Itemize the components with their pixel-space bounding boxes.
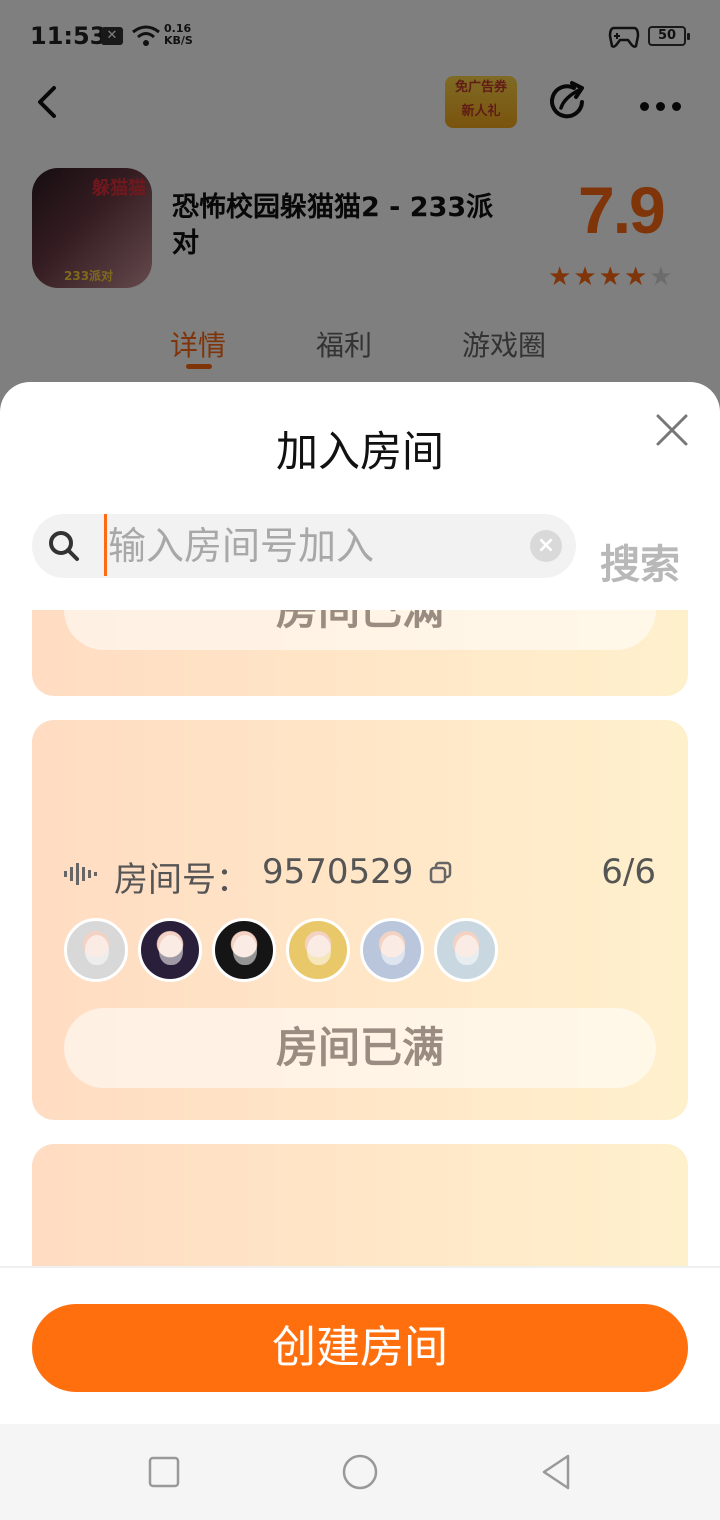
- room-number-label: 房间号：: [114, 860, 250, 900]
- room-player-count: 6/6: [601, 852, 656, 892]
- system-navigation-bar: [0, 1424, 720, 1520]
- copy-icon[interactable]: [428, 860, 454, 886]
- search-box[interactable]: ×: [32, 514, 576, 578]
- sheet-title: 加入房间: [275, 427, 444, 476]
- search-button[interactable]: 搜索: [600, 532, 680, 590]
- home-icon[interactable]: [340, 1452, 380, 1492]
- text-caret: [104, 514, 107, 576]
- room-full-button[interactable]: 房间已满: [64, 610, 656, 650]
- room-full-button[interactable]: 房间已满: [64, 1008, 656, 1088]
- player-avatar[interactable]: [212, 918, 276, 982]
- room-number-input[interactable]: [108, 518, 518, 574]
- room-list[interactable]: 房间已满 房间号： 9570529 6/6: [0, 610, 720, 1266]
- player-avatar[interactable]: [434, 918, 498, 982]
- room-card: [32, 1144, 688, 1266]
- join-room-sheet: 加入房间 × 搜索 房间已满 房间: [0, 382, 720, 1424]
- player-avatar[interactable]: [64, 918, 128, 982]
- room-number: 9570529: [262, 852, 414, 892]
- player-avatar[interactable]: [138, 918, 202, 982]
- create-room-button[interactable]: 创建房间: [32, 1304, 688, 1392]
- sheet-footer: 创建房间: [0, 1266, 720, 1424]
- recent-apps-icon[interactable]: [144, 1452, 184, 1492]
- back-nav-icon[interactable]: [536, 1452, 576, 1492]
- player-avatar[interactable]: [286, 918, 350, 982]
- voice-wave-icon: [64, 863, 97, 885]
- player-avatar[interactable]: [360, 918, 424, 982]
- room-card: 房间号： 9570529 6/6 房间已满: [32, 720, 688, 1120]
- close-icon[interactable]: [652, 410, 692, 450]
- clear-input-icon[interactable]: ×: [530, 530, 562, 562]
- search-icon: [49, 531, 79, 561]
- room-card: 房间已满: [32, 610, 688, 696]
- room-info-row: 房间号： 9570529 6/6: [64, 852, 656, 900]
